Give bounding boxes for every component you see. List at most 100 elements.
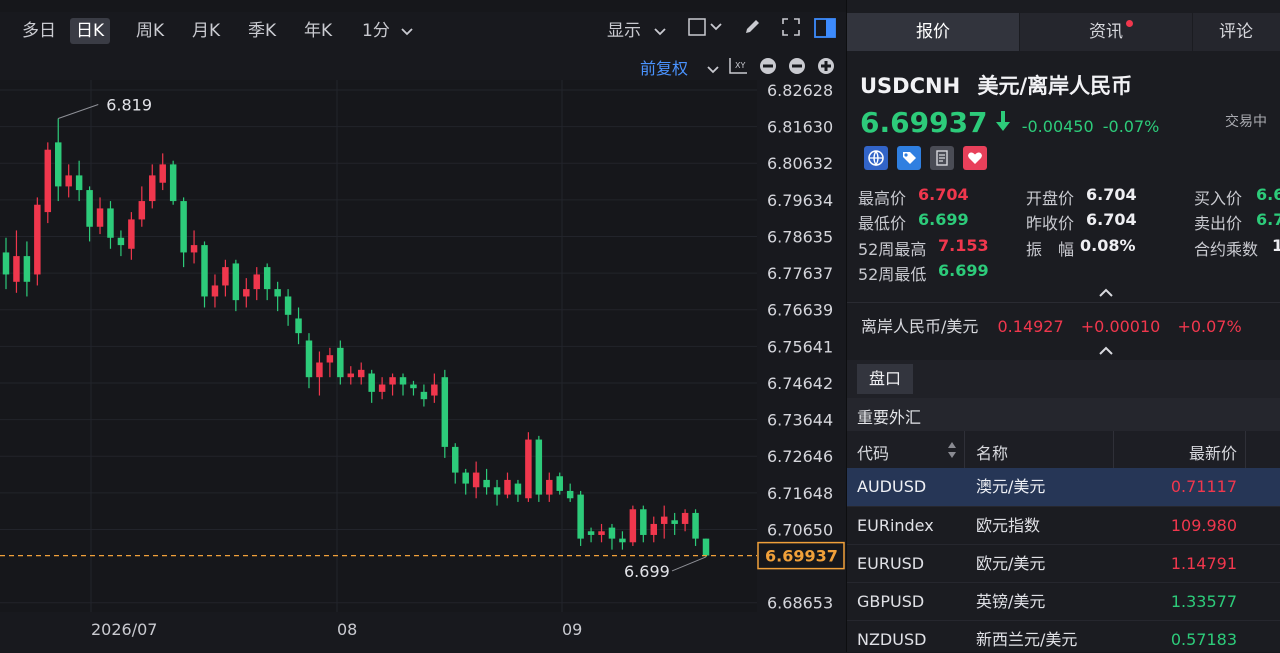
y-tick-label: 6.68653 (767, 594, 833, 612)
candle-body (159, 164, 166, 183)
globe-icon[interactable] (864, 146, 888, 170)
last-price-tag-label: 6.69937 (765, 547, 838, 566)
tag-icon[interactable] (897, 146, 921, 170)
candle-body (117, 237, 125, 246)
y-tick-label: 6.80632 (767, 154, 833, 173)
tab-period-multiday[interactable]: 多日 (16, 18, 62, 44)
candle-body (326, 355, 334, 363)
notification-dot (1126, 20, 1133, 27)
candlestick-chart[interactable]: 6.819 6.699 (0, 80, 757, 612)
candle-body (577, 494, 584, 539)
candle-body (44, 149, 52, 213)
y-tick-label: 6.74642 (767, 374, 833, 393)
candle-body (441, 377, 449, 447)
candle-body (222, 267, 229, 286)
table-header: 代码 名称 最新价 (847, 431, 1280, 468)
candle-body (671, 520, 678, 524)
pen-icon (746, 20, 759, 33)
candle-body (546, 479, 553, 495)
price-change: -0.00450 (1021, 117, 1094, 136)
tab-period-quarterly[interactable]: 季K (242, 18, 282, 44)
chevron-up-icon[interactable] (1099, 288, 1113, 298)
inverse-quote-row[interactable]: 离岸人民币/美元 0.14927 +0.00010 +0.07% (861, 313, 1242, 337)
candle-body (357, 369, 365, 378)
document-icon[interactable] (930, 146, 954, 170)
checkbox-dropdown[interactable] (688, 18, 722, 44)
tab-news[interactable]: 资讯 (1020, 13, 1192, 51)
xy-axis-icon[interactable]: XY (728, 57, 748, 75)
candle-body (525, 439, 532, 499)
candle-body (504, 479, 511, 495)
table-row[interactable]: EURUSD 欧元/美元 1.14791 (847, 544, 1280, 583)
tab-period-daily[interactable]: 日K (70, 18, 111, 44)
row-name: 新西兰元/美元 (976, 630, 1078, 649)
y-tick-label: 6.73644 (767, 411, 833, 430)
chevron-up-icon[interactable] (1099, 346, 1113, 356)
candle-body (640, 509, 647, 535)
pankou-tab[interactable]: 盘口 (857, 364, 914, 394)
candle-body (86, 190, 93, 227)
row-price: 1.14791 (1170, 554, 1237, 573)
y-tick-label: 6.79634 (767, 191, 833, 210)
column-header-name[interactable]: 名称 (976, 440, 1008, 464)
inverse-name: 离岸人民币/美元 (861, 317, 979, 336)
tab-comments[interactable]: 评论 (1193, 13, 1280, 51)
column-header-code[interactable]: 代码 (857, 440, 889, 464)
tab-period-yearly[interactable]: 年K (298, 18, 338, 44)
chart-toolbar: 多日 日K 周K 月K 季K 年K 1分 显示 (0, 12, 846, 52)
adjust-dropdown[interactable]: 前复权 (640, 55, 719, 79)
table-row[interactable]: NZDUSD 新西兰元/美元 0.57183 (847, 620, 1280, 653)
fullscreen-button[interactable] (782, 18, 800, 44)
row-name: 澳元/美元 (976, 477, 1046, 496)
low-marker-label: 6.699 (624, 562, 670, 581)
candle-body (399, 377, 407, 385)
table-row[interactable]: GBPUSD 英镑/美元 1.33577 (847, 582, 1280, 621)
tab-quote[interactable]: 报价 (847, 13, 1019, 51)
trading-status: 交易中 (1225, 114, 1267, 130)
minus-circle-icon[interactable] (758, 56, 778, 76)
candle-body (201, 245, 208, 297)
stat-label: 昨收价 (1026, 214, 1075, 233)
stat-label: 52周最高 (858, 240, 927, 259)
table-row[interactable]: EURindex 欧元指数 109.980 (847, 506, 1280, 545)
quote-icon-row (864, 146, 994, 170)
stat-label: 振 幅 (1026, 240, 1075, 259)
column-header-price[interactable]: 最新价 (1189, 440, 1237, 464)
table-row-selected[interactable]: AUDUSD 澳元/美元 0.71117 (847, 468, 1280, 506)
candle-body (702, 538, 710, 556)
column-divider (1245, 431, 1246, 468)
candle-body (274, 289, 281, 297)
display-dropdown[interactable]: 显示 (607, 18, 667, 44)
zoom-in-icon[interactable] (816, 56, 836, 76)
favorite-heart-icon[interactable] (963, 146, 987, 170)
stat-label: 最低价 (858, 214, 907, 233)
plot-area[interactable]: 6.819 6.699 (0, 80, 757, 612)
row-price: 109.980 (1170, 516, 1237, 535)
candle-body (263, 267, 271, 290)
candle-body (566, 490, 574, 499)
candle-body (253, 274, 260, 290)
section-title: 重要外汇 (857, 408, 922, 427)
sort-icon[interactable] (947, 440, 957, 460)
stat-label: 买入价 (1194, 189, 1243, 208)
candle-body (483, 479, 490, 488)
zoom-out-icon[interactable] (787, 56, 807, 76)
y-tick-label: 6.71648 (767, 484, 833, 503)
row-code: NZDUSD (857, 630, 927, 649)
candle-body (2, 252, 10, 275)
candle-body (180, 201, 187, 253)
candle-body (619, 538, 626, 543)
candle-body (128, 219, 135, 249)
candle-body (535, 439, 543, 495)
tab-period-monthly[interactable]: 月K (186, 18, 226, 44)
stat-52w-low: 6.699 (938, 261, 989, 280)
sidebar-toggle-button[interactable] (814, 18, 836, 44)
candle-body (556, 476, 563, 491)
candle-body (13, 256, 20, 282)
minute-select[interactable]: 1分 (356, 18, 419, 44)
x-tick-label: 2026/07 (91, 620, 158, 639)
price-change-pct: -0.07% (1102, 117, 1160, 136)
draw-tool-button[interactable] (743, 18, 761, 44)
date-axis: 2026/07 08 09 (0, 612, 757, 652)
tab-period-weekly[interactable]: 周K (130, 18, 170, 44)
